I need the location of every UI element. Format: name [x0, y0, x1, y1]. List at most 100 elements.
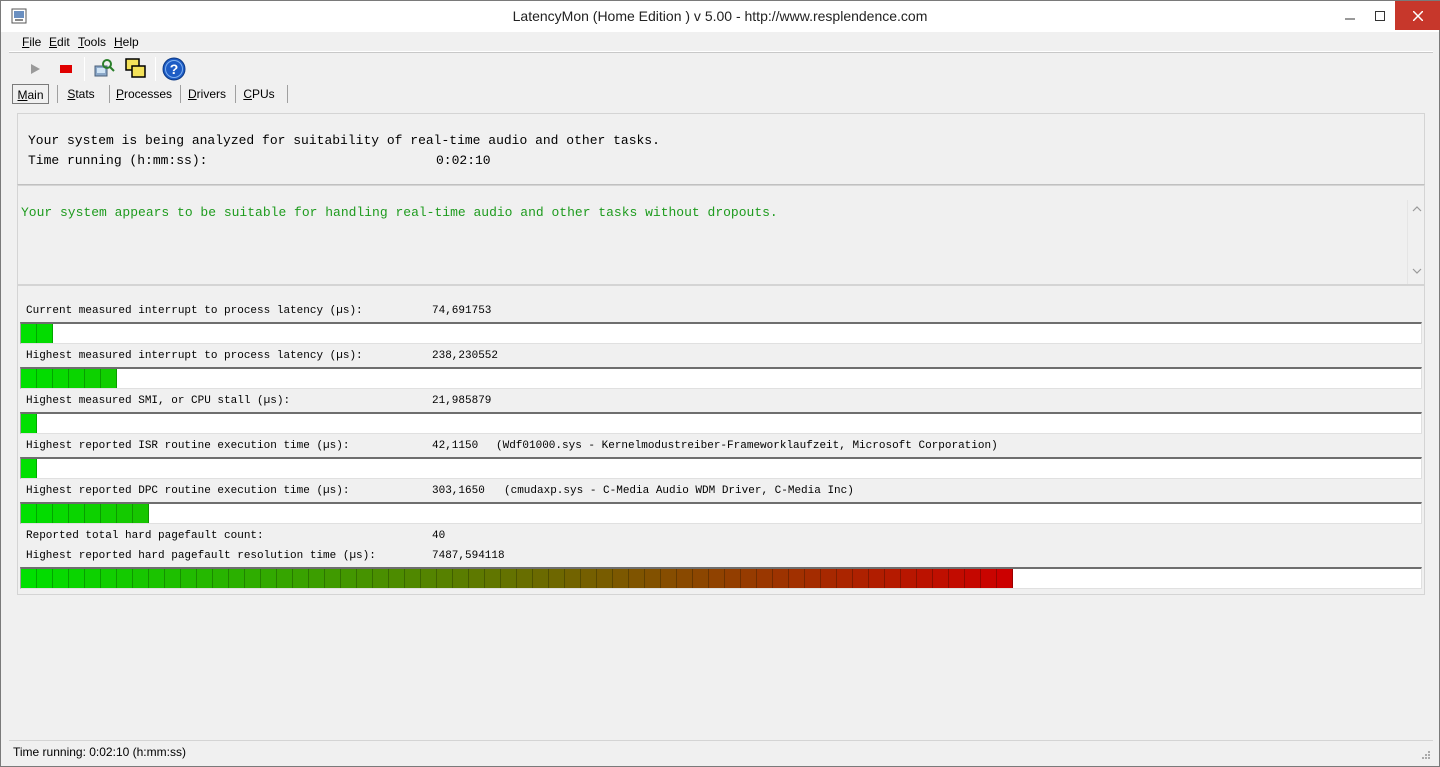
tab-separator	[109, 85, 110, 103]
title-bar[interactable]: LatencyMon (Home Edition ) v 5.00 - http…	[1, 1, 1440, 32]
latency-bar	[20, 322, 1422, 344]
bar-segment	[453, 569, 469, 588]
menu-edit[interactable]: Edit	[49, 35, 70, 49]
tab-label: tats	[75, 87, 95, 101]
metric-label: Highest reported hard pagefault resoluti…	[26, 550, 376, 562]
scroll-down-icon[interactable]	[1410, 266, 1424, 280]
bar-segment	[37, 504, 53, 523]
status-message-box[interactable]: Your system appears to be suitable for h…	[17, 185, 1425, 285]
latency-bar	[20, 567, 1422, 589]
latency-bar	[20, 412, 1422, 434]
bar-segment	[245, 569, 261, 588]
menu-help[interactable]: Help	[114, 35, 139, 49]
tab-label: rivers	[196, 87, 226, 101]
bar-fill	[21, 569, 1013, 588]
metric-label: Reported total hard pagefault count:	[26, 530, 264, 542]
bar-segment	[469, 569, 485, 588]
bar-segment	[133, 569, 149, 588]
bar-segment	[69, 369, 85, 388]
bar-segment	[693, 569, 709, 588]
bar-segment	[341, 569, 357, 588]
stop-icon[interactable]	[54, 57, 78, 81]
bar-segment	[181, 569, 197, 588]
tab-drivers[interactable]: Drivers	[186, 84, 228, 104]
scroll-up-icon[interactable]	[1410, 204, 1424, 218]
bar-segment	[933, 569, 949, 588]
tab-accel: P	[115, 87, 124, 101]
analyze-icon[interactable]	[92, 57, 116, 81]
bar-segment	[629, 569, 645, 588]
metric-label: Current measured interrupt to process la…	[26, 305, 363, 317]
metric-label: Highest reported ISR routine execution t…	[26, 440, 350, 452]
bar-segment	[837, 569, 853, 588]
bar-segment	[981, 569, 997, 588]
bar-segment	[21, 459, 37, 478]
windows-icon[interactable]	[124, 57, 148, 81]
menu-tools[interactable]: Tools	[78, 35, 106, 49]
menu-bar: File Edit Tools Help	[9, 32, 1433, 52]
bar-segment	[165, 569, 181, 588]
bar-fill	[21, 504, 149, 523]
tab-main[interactable]: Main	[12, 84, 49, 104]
play-icon[interactable]	[23, 57, 47, 81]
resize-grip-icon[interactable]	[1421, 750, 1431, 760]
menu-file[interactable]: File	[22, 35, 41, 49]
bar-segment	[661, 569, 677, 588]
bar-segment	[21, 504, 37, 523]
menu-label: dit	[57, 35, 70, 49]
bar-segment	[405, 569, 421, 588]
bar-segment	[133, 504, 149, 523]
tab-separator	[180, 85, 181, 103]
tab-processes[interactable]: Processes	[115, 84, 173, 104]
bar-fill	[21, 459, 37, 478]
menu-accel: E	[49, 35, 58, 49]
latency-bar	[20, 367, 1422, 389]
metric-detail: (Wdf01000.sys - Kernelmodustreiber-Frame…	[496, 440, 998, 452]
bar-segment	[229, 569, 245, 588]
bar-segment	[85, 369, 101, 388]
scrollbar-track[interactable]	[1407, 200, 1408, 284]
bar-segment	[261, 569, 277, 588]
window-title: LatencyMon (Home Edition ) v 5.00 - http…	[512, 8, 928, 24]
bar-segment	[101, 569, 117, 588]
metric-value: 238,230552	[432, 350, 499, 362]
bar-segment	[501, 569, 517, 588]
bar-segment	[725, 569, 741, 588]
bar-segment	[37, 324, 53, 343]
maximize-icon[interactable]	[1365, 1, 1395, 30]
status-bar-text: Time running: 0:02:10 (h:mm:ss)	[13, 745, 186, 759]
bar-segment	[85, 569, 101, 588]
bar-segment	[997, 569, 1013, 588]
bar-segment	[357, 569, 373, 588]
bar-segment	[677, 569, 693, 588]
close-icon[interactable]	[1395, 1, 1440, 30]
minimize-icon[interactable]	[1335, 1, 1365, 30]
metric-value: 42,1150	[432, 440, 479, 452]
tab-cpus[interactable]: CPUs	[241, 84, 277, 104]
bar-segment	[149, 569, 165, 588]
app-window: LatencyMon (Home Edition ) v 5.00 - http…	[0, 0, 1440, 767]
metric-label: Highest measured SMI, or CPU stall (µs):	[26, 395, 291, 407]
menu-label: ools	[84, 35, 107, 49]
bar-segment	[389, 569, 405, 588]
bar-segment	[21, 324, 37, 343]
tab-stats[interactable]: Stats	[62, 84, 100, 104]
analysis-panel: Your system is being analyzed for suitab…	[17, 113, 1425, 185]
bar-fill	[21, 324, 53, 343]
bar-segment	[805, 569, 821, 588]
bar-segment	[21, 414, 37, 433]
analysis-line: Your system is being analyzed for suitab…	[28, 133, 660, 148]
bar-segment	[21, 569, 37, 588]
tab-accel: M	[17, 88, 28, 102]
help-icon[interactable]: ?	[162, 57, 186, 81]
bar-segment	[53, 569, 69, 588]
bar-segment	[101, 369, 117, 388]
toolbar: ?	[9, 52, 1433, 83]
metric-value: 21,985879	[432, 395, 492, 407]
bar-segment	[613, 569, 629, 588]
bar-segment	[885, 569, 901, 588]
bar-segment	[821, 569, 837, 588]
bar-segment	[373, 569, 389, 588]
menu-accel: H	[114, 35, 123, 49]
bar-segment	[517, 569, 533, 588]
